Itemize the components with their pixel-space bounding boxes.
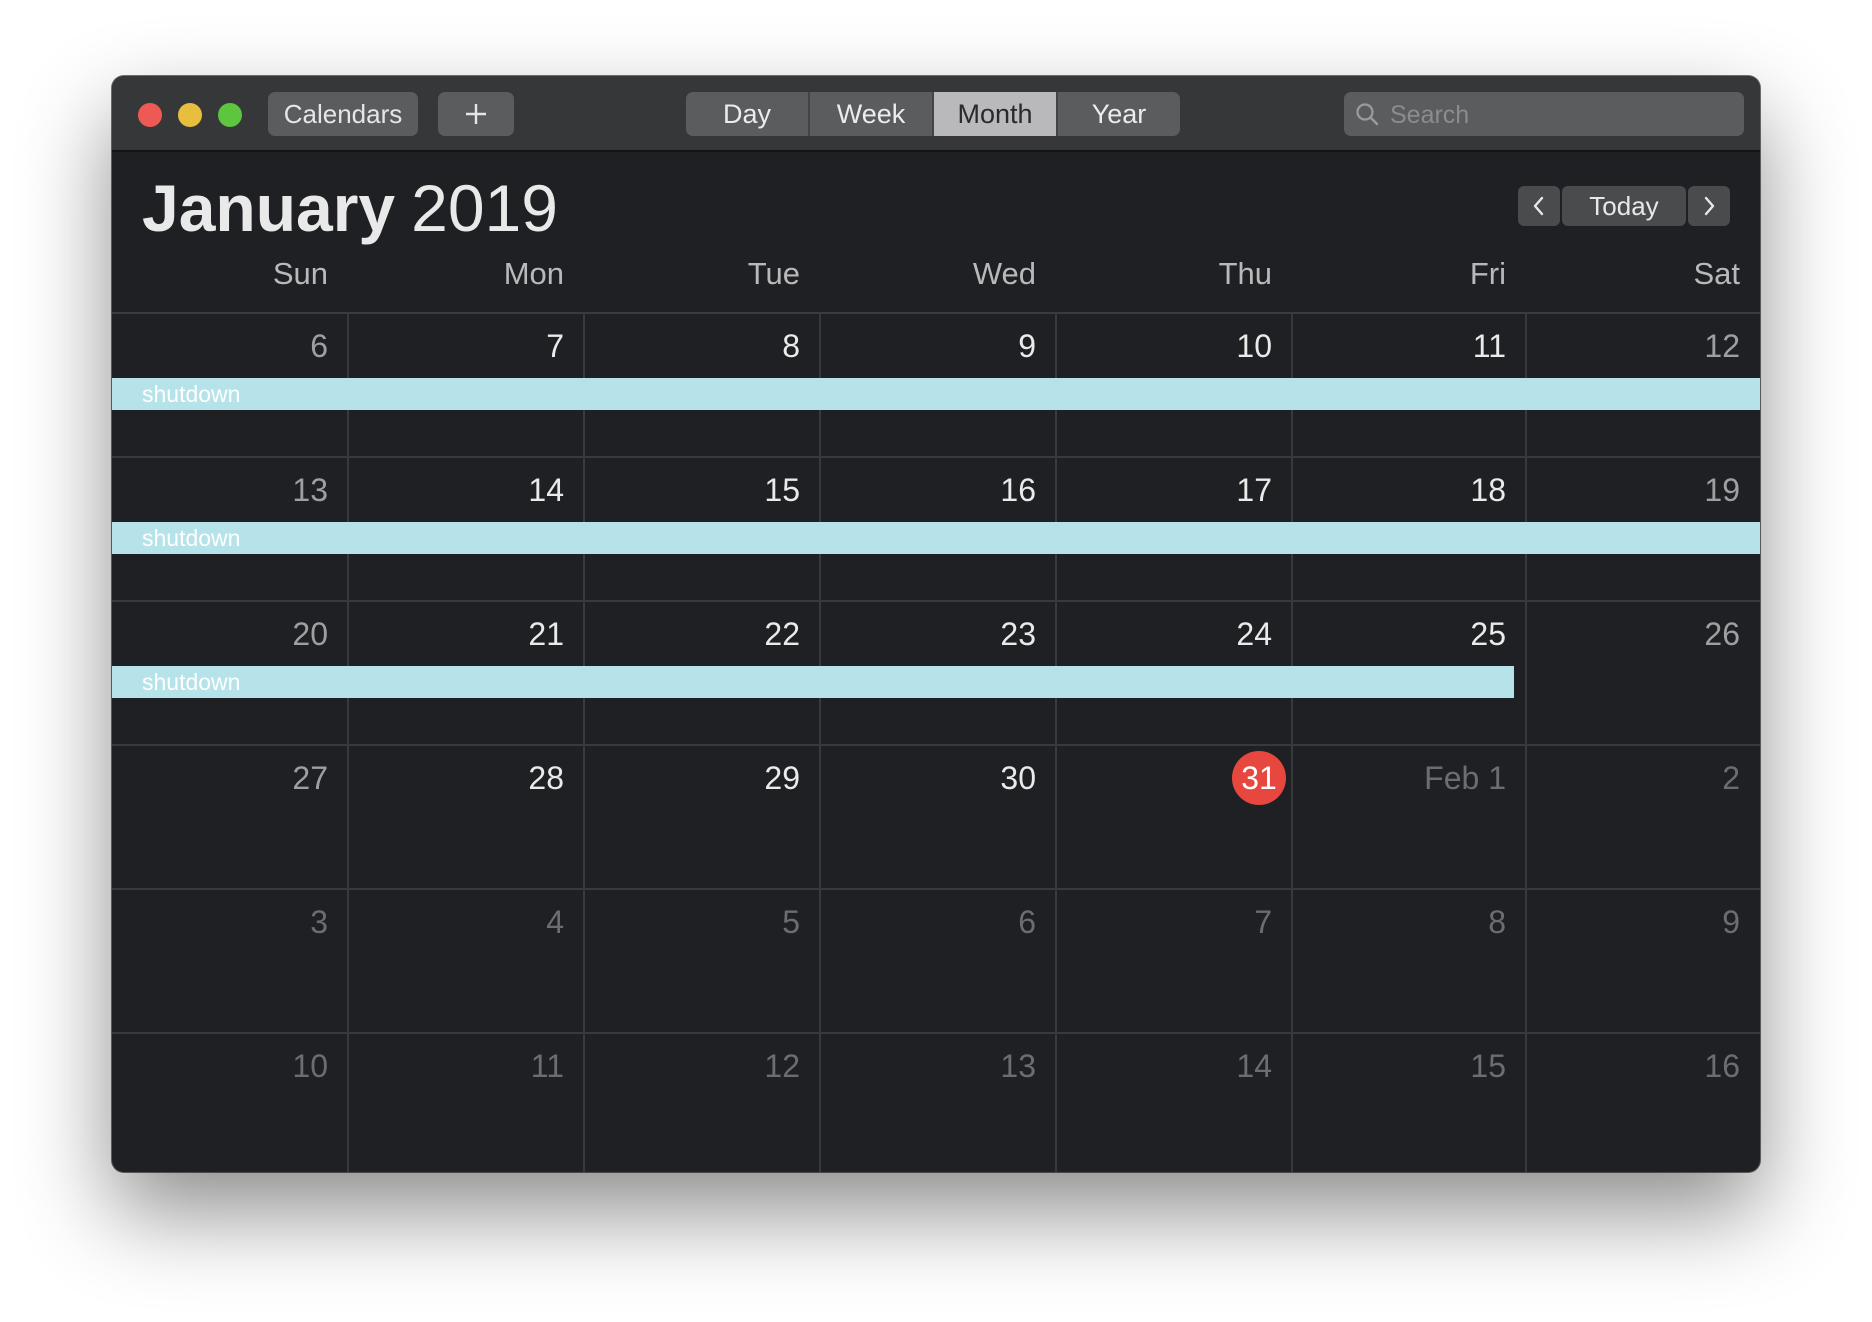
month-label: January — [142, 171, 396, 245]
weekday-label: Fri — [1469, 256, 1506, 291]
tab-day[interactable]: Day — [686, 92, 810, 136]
chevron-left-icon — [1533, 196, 1544, 216]
day-number: 29 — [764, 760, 800, 796]
today-button[interactable]: Today — [1562, 186, 1686, 226]
weekday-label: Wed — [972, 256, 1036, 291]
day-number: 12 — [764, 1048, 800, 1084]
day-number: 13 — [292, 472, 328, 508]
view-switcher: Day Week Month Year — [686, 92, 1180, 136]
day-number: 30 — [1000, 760, 1036, 796]
day-number: 24 — [1236, 616, 1272, 652]
next-month-button[interactable] — [1688, 186, 1730, 226]
title-bar: Calendars Day Week Month Year — [112, 76, 1760, 152]
day-number: 2 — [1722, 760, 1740, 796]
day-number: 13 — [1000, 1048, 1036, 1084]
day-number: Feb 1 — [1424, 760, 1506, 796]
day-number: 7 — [1254, 904, 1272, 940]
chevron-right-icon — [1704, 196, 1715, 216]
day-number: 9 — [1018, 328, 1036, 364]
day-number: 16 — [1704, 1048, 1740, 1084]
day-number-today: 31 — [1056, 751, 1292, 805]
tab-month[interactable]: Month — [934, 92, 1058, 136]
day-number: 9 — [1722, 904, 1740, 940]
day-number: 14 — [528, 472, 564, 508]
weekday-label: Sat — [1693, 256, 1740, 291]
day-number: 27 — [292, 760, 328, 796]
close-button[interactable] — [138, 103, 162, 127]
today-badge: 31 — [1232, 751, 1286, 805]
day-number: 12 — [1704, 328, 1740, 364]
previous-month-button[interactable] — [1518, 186, 1560, 226]
weekday-label: Tue — [747, 256, 800, 291]
weekday-label: Mon — [503, 256, 564, 291]
day-number: 19 — [1704, 472, 1740, 508]
day-number: 23 — [1000, 616, 1036, 652]
plus-icon — [466, 104, 486, 124]
calendar-window: Calendars Day Week Month Year January201… — [112, 76, 1760, 1172]
year-label: 2019 — [411, 171, 558, 245]
search-input[interactable] — [1388, 92, 1732, 138]
search-icon — [1356, 103, 1379, 126]
day-number: 3 — [310, 904, 328, 940]
day-number: 4 — [546, 904, 564, 940]
minimize-button[interactable] — [178, 103, 202, 127]
day-number: 22 — [764, 616, 800, 652]
search-field[interactable] — [1344, 92, 1744, 138]
day-number: 26 — [1704, 616, 1740, 652]
day-number: 20 — [292, 616, 328, 652]
day-number: 11 — [1472, 328, 1506, 364]
day-number: 6 — [1018, 904, 1036, 940]
weekday-label: Sun — [272, 256, 328, 291]
day-number: 8 — [1488, 904, 1506, 940]
event-shutdown[interactable]: shutdown — [112, 522, 1760, 554]
tab-year[interactable]: Year — [1058, 92, 1180, 136]
day-number: 7 — [546, 328, 564, 364]
day-number: 28 — [528, 760, 564, 796]
day-number: 16 — [1000, 472, 1036, 508]
event-shutdown[interactable]: shutdown — [112, 378, 1760, 410]
day-number: 6 — [310, 328, 328, 364]
day-number: 15 — [764, 472, 800, 508]
event-shutdown[interactable]: shutdown — [112, 666, 1514, 698]
add-event-button[interactable] — [438, 92, 514, 136]
calendars-button[interactable]: Calendars — [268, 92, 418, 136]
day-number: 5 — [782, 904, 800, 940]
day-number: 14 — [1236, 1048, 1272, 1084]
day-number: 18 — [1470, 472, 1506, 508]
day-number: 17 — [1236, 472, 1272, 508]
day-number: 10 — [1236, 328, 1272, 364]
day-number: 25 — [1470, 616, 1506, 652]
day-number: 21 — [528, 616, 564, 652]
day-number: 15 — [1470, 1048, 1506, 1084]
day-number: 10 — [292, 1048, 328, 1084]
page-title: January 2019 — [142, 170, 558, 250]
zoom-button[interactable] — [218, 103, 242, 127]
weekday-label: Thu — [1218, 256, 1272, 291]
tab-week[interactable]: Week — [810, 92, 934, 136]
day-number: 8 — [782, 328, 800, 364]
day-number: 11 — [530, 1048, 564, 1084]
